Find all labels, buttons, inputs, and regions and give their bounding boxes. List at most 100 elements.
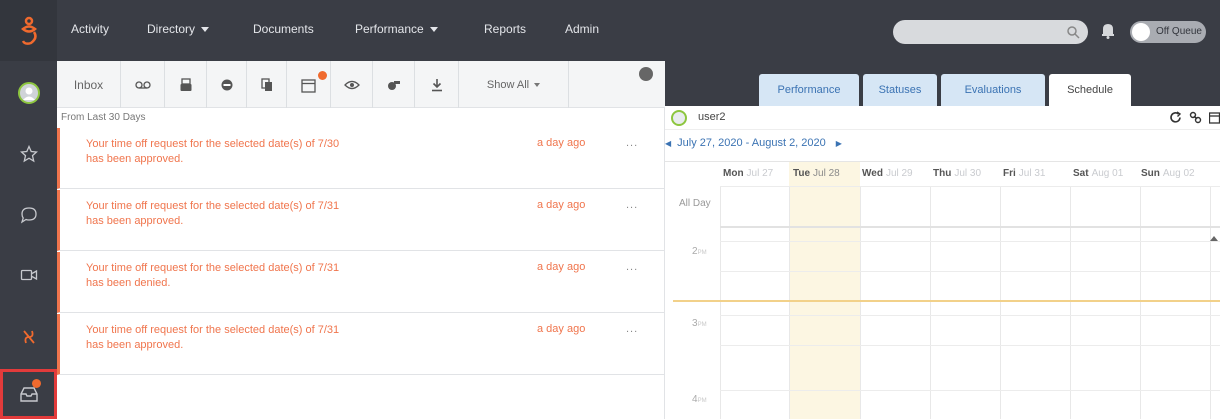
filter-inbox[interactable]: Inbox bbox=[57, 61, 121, 108]
nav-admin-label: Admin bbox=[565, 22, 600, 36]
filter-status[interactable] bbox=[207, 61, 247, 108]
rail-video[interactable] bbox=[0, 255, 57, 295]
link-icon[interactable] bbox=[1189, 111, 1202, 124]
week-calendar: Mon Jul 27 Tue Jul 28 Wed Jul 29 Thu Jul 30 … bbox=[665, 161, 1220, 419]
date-range[interactable]: July 27, 2020 - August 2, 2020 bbox=[677, 137, 826, 149]
avatar bbox=[17, 82, 40, 104]
list-item[interactable]: Your time off request for the selected d… bbox=[57, 252, 665, 313]
message-time: a day ago bbox=[537, 199, 586, 211]
grid-line bbox=[720, 315, 1220, 316]
grid-line bbox=[720, 186, 721, 419]
grid-line bbox=[720, 345, 1220, 346]
day-date: Jul 31 bbox=[1018, 168, 1046, 179]
filter-downloads[interactable] bbox=[415, 61, 459, 108]
message-line1: Your time off request for the selected d… bbox=[86, 262, 340, 274]
genesys-logo-icon[interactable] bbox=[0, 0, 57, 61]
day-date: Jul 27 bbox=[746, 168, 774, 179]
status-icon bbox=[221, 79, 232, 90]
toggle-knob bbox=[1132, 23, 1150, 41]
eye-icon bbox=[343, 80, 360, 89]
message-time: a day ago bbox=[537, 137, 586, 149]
user-row: user2 bbox=[665, 106, 1220, 130]
nav-reports-label: Reports bbox=[484, 22, 527, 36]
list-item[interactable]: Your time off request for the selected d… bbox=[57, 128, 665, 189]
fax-icon bbox=[180, 77, 191, 91]
show-all-dropdown[interactable]: Show All bbox=[459, 61, 569, 108]
hour-label: 2PM bbox=[692, 246, 707, 257]
nav-reports[interactable]: Reports bbox=[484, 22, 526, 36]
user-name: user2 bbox=[698, 111, 726, 123]
calendar-icon[interactable] bbox=[1209, 111, 1220, 124]
tab-statuses[interactable]: Statuses bbox=[863, 74, 937, 106]
bell-icon[interactable] bbox=[1101, 22, 1115, 39]
refresh-icon[interactable] bbox=[1169, 111, 1182, 124]
rail-chat[interactable] bbox=[0, 195, 57, 235]
top-navigation-bar: Activity Directory Documents Performance… bbox=[0, 0, 1220, 61]
tab-performance[interactable]: Performance bbox=[759, 74, 859, 106]
day-date: Jul 28 bbox=[813, 168, 840, 179]
day-date: Aug 01 bbox=[1091, 168, 1124, 179]
message-line2: has been approved. bbox=[86, 215, 184, 227]
filter-calendar[interactable] bbox=[287, 61, 331, 108]
left-rail bbox=[0, 61, 57, 419]
nav-documents[interactable]: Documents bbox=[253, 22, 314, 36]
more-options-icon[interactable]: ... bbox=[626, 323, 638, 335]
rail-inbox[interactable] bbox=[0, 369, 57, 419]
today-column bbox=[789, 162, 860, 419]
next-week-icon[interactable]: ▶ bbox=[836, 139, 842, 148]
filter-evaluations[interactable] bbox=[331, 61, 373, 108]
hour-label: 4PM bbox=[692, 394, 707, 405]
day-name: Mon bbox=[723, 168, 744, 179]
off-queue-toggle[interactable]: Off Queue bbox=[1130, 21, 1206, 43]
documents-icon bbox=[260, 77, 272, 91]
date-range-label: From Last 30 Days bbox=[61, 112, 146, 123]
message-line1: Your time off request for the selected d… bbox=[86, 138, 340, 150]
nav-activity-label: Activity bbox=[71, 22, 110, 36]
more-options-icon[interactable]: ... bbox=[626, 261, 638, 273]
tab-schedule[interactable]: Schedule bbox=[1049, 74, 1131, 106]
nav-performance[interactable]: Performance bbox=[355, 22, 438, 36]
list-item[interactable]: Your time off request for the selected d… bbox=[57, 190, 665, 251]
day-date: Jul 29 bbox=[885, 168, 913, 179]
day-name: Tue bbox=[793, 168, 811, 179]
grid-line bbox=[720, 271, 1220, 272]
tab-evaluations[interactable]: Evaluations bbox=[941, 74, 1045, 106]
nav-activity[interactable]: Activity bbox=[71, 22, 109, 36]
filter-fax[interactable] bbox=[165, 61, 207, 108]
hour-label: 3PM bbox=[692, 318, 707, 329]
nav-admin[interactable]: Admin bbox=[565, 22, 599, 36]
filter-documents[interactable] bbox=[247, 61, 287, 108]
prev-week-icon[interactable]: ◀ bbox=[665, 139, 671, 148]
more-options-icon[interactable]: ... bbox=[626, 199, 638, 211]
list-item[interactable]: Your time off request for the selected d… bbox=[57, 314, 665, 375]
search-input[interactable] bbox=[893, 20, 1088, 44]
nav-directory[interactable]: Directory bbox=[147, 22, 210, 36]
filter-coaching[interactable] bbox=[373, 61, 415, 108]
grid-line bbox=[789, 186, 790, 419]
inbox-panel: Inbox Show All From Last 30 Days Your ti… bbox=[57, 61, 665, 419]
filter-inbox-label: Inbox bbox=[73, 77, 104, 92]
message-text: Your time off request for the selected d… bbox=[86, 261, 416, 291]
filter-voicemail[interactable] bbox=[121, 61, 165, 108]
nav-documents-label: Documents bbox=[253, 22, 314, 36]
grid-line bbox=[720, 226, 1220, 228]
grid-line bbox=[930, 186, 931, 419]
grid-line bbox=[720, 241, 1220, 242]
hour-ampm: PM bbox=[697, 322, 707, 328]
avatar bbox=[671, 110, 687, 126]
rail-avatar[interactable] bbox=[0, 73, 57, 113]
message-time: a day ago bbox=[537, 261, 586, 273]
message-text: Your time off request for the selected d… bbox=[86, 137, 416, 167]
nav-directory-label: Directory bbox=[147, 22, 196, 36]
rail-genesys[interactable] bbox=[0, 317, 57, 357]
scroll-up-icon[interactable] bbox=[1210, 236, 1218, 241]
chevron-down-icon bbox=[429, 27, 438, 33]
chat-icon bbox=[20, 207, 37, 224]
close-panel-icon[interactable] bbox=[639, 67, 653, 81]
rail-favorites[interactable] bbox=[0, 134, 57, 174]
grid-line bbox=[1210, 186, 1211, 419]
search-icon[interactable] bbox=[1066, 25, 1080, 39]
day-header: Fri Jul 31 bbox=[1003, 162, 1045, 186]
hour-ampm: PM bbox=[697, 398, 707, 404]
more-options-icon[interactable]: ... bbox=[626, 137, 638, 149]
